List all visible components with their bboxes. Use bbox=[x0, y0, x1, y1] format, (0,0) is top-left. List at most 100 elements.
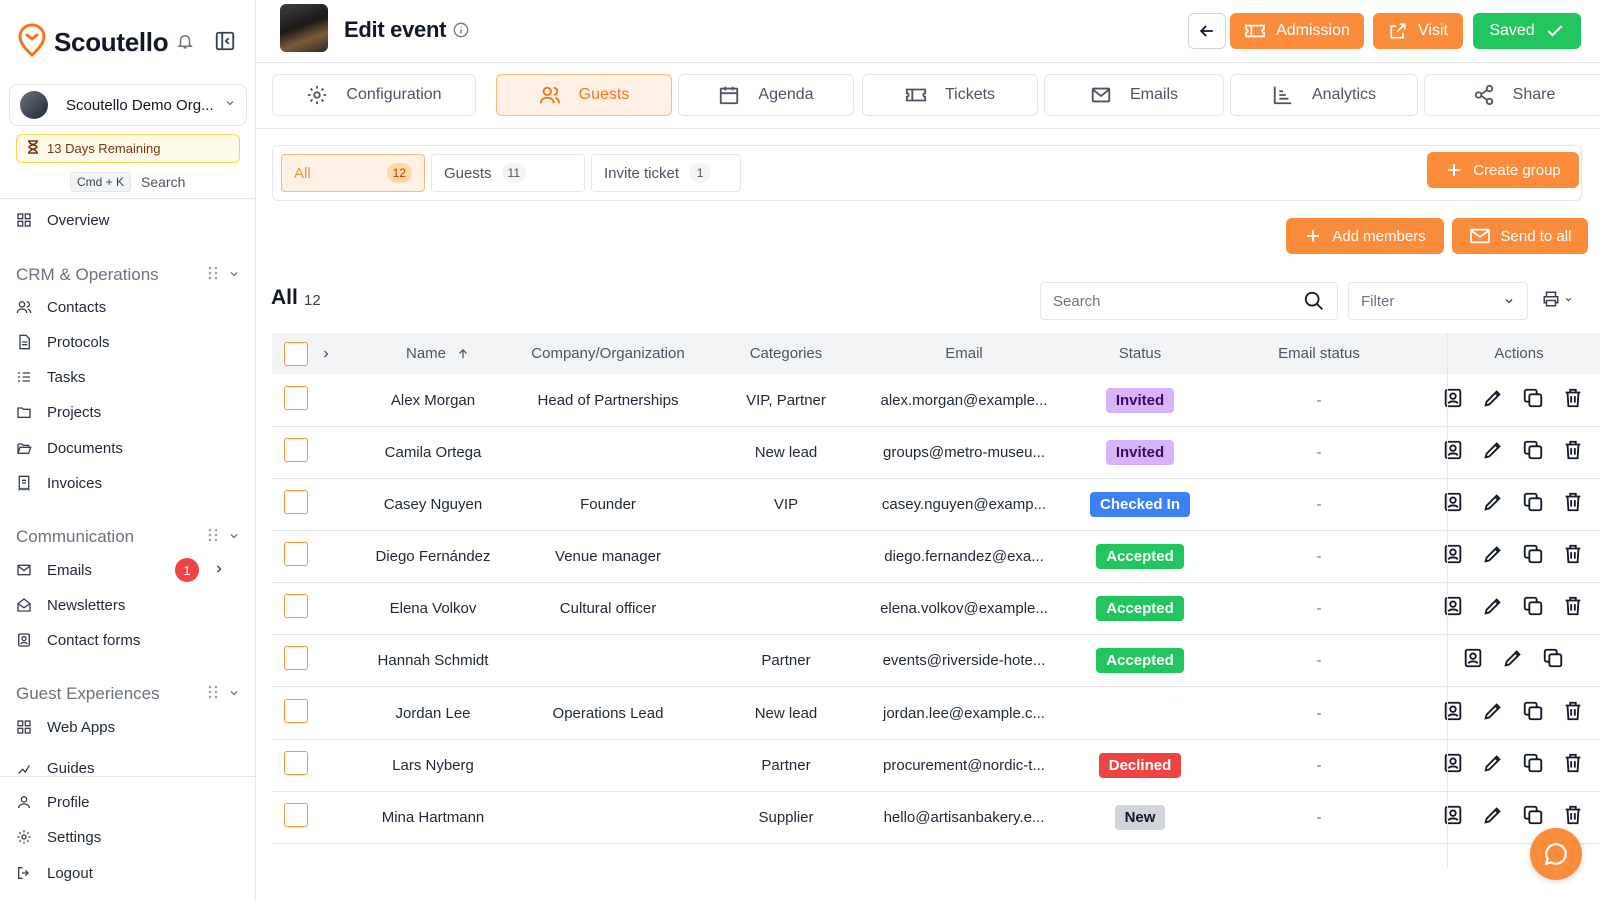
section-communication[interactable]: Communication bbox=[16, 523, 240, 551]
nav-contacts[interactable]: Contacts bbox=[16, 293, 240, 321]
trash-icon[interactable] bbox=[1562, 595, 1584, 622]
nav-profile[interactable]: Profile bbox=[16, 788, 240, 816]
edit-pencil-icon[interactable] bbox=[1482, 700, 1504, 727]
row-checkbox[interactable] bbox=[284, 751, 308, 775]
copy-icon[interactable] bbox=[1522, 439, 1544, 466]
edit-pencil-icon[interactable] bbox=[1482, 595, 1504, 622]
trash-icon[interactable] bbox=[1562, 700, 1584, 727]
copy-icon[interactable] bbox=[1522, 491, 1544, 518]
column-header-email-status[interactable]: Email status bbox=[1238, 333, 1400, 374]
edit-pencil-icon[interactable] bbox=[1502, 647, 1524, 674]
row-checkbox[interactable] bbox=[284, 542, 308, 566]
copy-icon[interactable] bbox=[1522, 804, 1544, 831]
row-checkbox[interactable] bbox=[284, 490, 308, 514]
trash-icon[interactable] bbox=[1562, 439, 1584, 466]
table-row[interactable]: Camila Ortega New lead groups@metro-museu.… bbox=[272, 426, 1600, 479]
drag-handle-icon[interactable] bbox=[208, 527, 218, 547]
brand[interactable]: Scoutello bbox=[18, 22, 169, 62]
admission-button[interactable]: Admission bbox=[1230, 13, 1364, 49]
table-row[interactable]: Casey Nguyen Founder VIP casey.nguyen@examp… bbox=[272, 478, 1600, 531]
tab-emails[interactable]: Emails bbox=[1044, 74, 1224, 116]
table-row[interactable]: Hannah Schmidt Partner events@riverside-ho… bbox=[272, 634, 1600, 687]
row-checkbox[interactable] bbox=[284, 594, 308, 618]
group-chip-invite-ticket[interactable]: Invite ticket 1 bbox=[591, 154, 741, 192]
tab-tickets[interactable]: Tickets bbox=[862, 74, 1038, 116]
drag-handle-icon[interactable] bbox=[208, 684, 218, 704]
trash-icon[interactable] bbox=[1562, 543, 1584, 570]
chevron-down-icon[interactable] bbox=[228, 265, 240, 285]
info-icon[interactable] bbox=[453, 22, 469, 38]
command-search[interactable]: Cmd + K Search bbox=[70, 172, 185, 192]
column-header-categories[interactable]: Categories bbox=[718, 333, 854, 374]
trash-icon[interactable] bbox=[1562, 491, 1584, 518]
nav-documents[interactable]: Documents bbox=[16, 434, 240, 462]
nav-protocols[interactable]: Protocols bbox=[16, 328, 240, 356]
row-checkbox[interactable] bbox=[284, 438, 308, 462]
search-input[interactable]: Search bbox=[1040, 282, 1338, 320]
guest-card-icon[interactable] bbox=[1442, 752, 1464, 779]
group-chip-all[interactable]: All 12 bbox=[281, 154, 425, 192]
chevron-down-icon[interactable] bbox=[228, 527, 240, 547]
guest-card-icon[interactable] bbox=[1442, 491, 1464, 518]
print-button[interactable] bbox=[1542, 290, 1573, 308]
nav-web-apps[interactable]: Web Apps bbox=[16, 713, 240, 741]
table-row[interactable]: Mina Hartmann Supplier hello@artisanbakery… bbox=[272, 791, 1600, 844]
visit-button[interactable]: Visit bbox=[1373, 13, 1463, 49]
filter-select[interactable]: Filter bbox=[1348, 282, 1528, 320]
org-selector[interactable]: Scoutello Demo Org... bbox=[9, 84, 247, 126]
row-checkbox[interactable] bbox=[284, 699, 308, 723]
section-guest-experiences[interactable]: Guest Experiences bbox=[16, 680, 240, 708]
copy-icon[interactable] bbox=[1522, 387, 1544, 414]
row-checkbox[interactable] bbox=[284, 803, 308, 827]
edit-pencil-icon[interactable] bbox=[1482, 387, 1504, 414]
column-header-name[interactable]: Name bbox=[356, 333, 520, 374]
nav-overview[interactable]: Overview bbox=[16, 206, 240, 234]
nav-contact-forms[interactable]: Contact forms bbox=[16, 626, 240, 654]
guest-card-icon[interactable] bbox=[1442, 804, 1464, 831]
nav-emails[interactable]: Emails 1 bbox=[16, 556, 240, 584]
guest-card-icon[interactable] bbox=[1442, 439, 1464, 466]
edit-pencil-icon[interactable] bbox=[1482, 439, 1504, 466]
table-row[interactable]: Alex Morgan Head of Partnerships VIP, Part… bbox=[272, 374, 1600, 427]
drag-handle-icon[interactable] bbox=[208, 265, 218, 285]
collapse-sidebar-icon[interactable] bbox=[214, 30, 236, 52]
guest-card-icon[interactable] bbox=[1442, 595, 1464, 622]
guest-card-icon[interactable] bbox=[1442, 543, 1464, 570]
chevron-down-icon[interactable] bbox=[228, 684, 240, 704]
nav-projects[interactable]: Projects bbox=[16, 398, 240, 426]
edit-pencil-icon[interactable] bbox=[1482, 543, 1504, 570]
trial-banner[interactable]: 13 Days Remaining bbox=[16, 134, 240, 163]
nav-guides[interactable]: Guides bbox=[16, 762, 240, 774]
nav-settings[interactable]: Settings bbox=[16, 823, 240, 851]
column-header-email[interactable]: Email bbox=[876, 333, 1052, 374]
nav-newsletters[interactable]: Newsletters bbox=[16, 591, 240, 619]
expand-all-toggle[interactable] bbox=[316, 333, 336, 374]
edit-pencil-icon[interactable] bbox=[1482, 491, 1504, 518]
edit-pencil-icon[interactable] bbox=[1482, 804, 1504, 831]
copy-icon[interactable] bbox=[1522, 700, 1544, 727]
table-row[interactable]: Diego Fernández Venue manager diego.fernan… bbox=[272, 530, 1600, 583]
table-row[interactable]: Elena Volkov Cultural officer elena.volkov… bbox=[272, 582, 1600, 635]
group-chip-guests[interactable]: Guests 11 bbox=[431, 154, 585, 192]
event-thumbnail[interactable] bbox=[280, 4, 328, 52]
tab-guests[interactable]: Guests bbox=[496, 74, 672, 116]
chevron-right-icon[interactable] bbox=[213, 562, 240, 579]
create-group-button[interactable]: Create group bbox=[1427, 152, 1579, 188]
column-header-company[interactable]: Company/Organization bbox=[518, 333, 698, 374]
tab-configuration[interactable]: Configuration bbox=[272, 74, 476, 116]
trash-icon[interactable] bbox=[1562, 752, 1584, 779]
row-checkbox[interactable] bbox=[284, 386, 308, 410]
guest-card-icon[interactable] bbox=[1442, 387, 1464, 414]
trash-icon[interactable] bbox=[1562, 804, 1584, 831]
bell-icon[interactable] bbox=[176, 32, 194, 50]
add-members-button[interactable]: Add members bbox=[1286, 218, 1444, 254]
tab-agenda[interactable]: Agenda bbox=[678, 74, 854, 116]
copy-icon[interactable] bbox=[1522, 543, 1544, 570]
saved-button[interactable]: Saved bbox=[1473, 13, 1581, 49]
chat-button[interactable] bbox=[1530, 828, 1582, 880]
edit-pencil-icon[interactable] bbox=[1482, 752, 1504, 779]
guest-card-icon[interactable] bbox=[1442, 700, 1464, 727]
copy-icon[interactable] bbox=[1522, 595, 1544, 622]
nav-invoices[interactable]: Invoices bbox=[16, 469, 240, 497]
tab-analytics[interactable]: Analytics bbox=[1230, 74, 1418, 116]
